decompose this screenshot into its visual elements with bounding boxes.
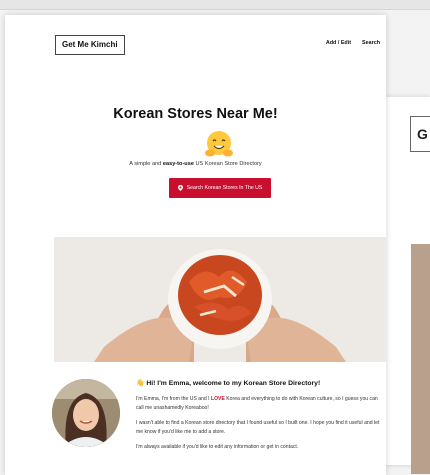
top-nav: Add / Edit Search [326,40,380,46]
background-window[interactable]: G [384,97,430,474]
author-avatar [52,379,120,447]
nav-search[interactable]: Search [362,40,380,46]
tagline-text-1: A simple and [129,161,163,167]
intro-paragraph-1: I'm Emma, I'm from the US and I LOVE Kor… [136,395,382,412]
intro-heading: 👋 Hi! I'm Emma, welcome to my Korean Sto… [136,380,321,387]
nav-add-edit[interactable]: Add / Edit [326,40,351,46]
browser-top-strip [0,0,430,10]
page-title: Korean Stores Near Me! [113,106,278,122]
tagline-bold: easy-to-use [162,161,194,167]
search-stores-button[interactable]: Search Korean Stores In The US [169,178,271,198]
intro-paragraph-2: I wasn't able to find a Korean store dir… [136,420,380,435]
site-logo[interactable]: Get Me Kimchi [55,35,125,55]
map-pin-icon [177,184,183,191]
hugging-face-icon [205,131,233,157]
intro-p1-text: I'm Emma, I'm from the US and I [136,396,211,402]
kimchi-bowl-photo [54,237,386,362]
search-stores-label: Search Korean Stores In The US [186,185,263,191]
tagline-text-2: US Korean Store Directory [193,161,262,167]
main-page-window: Get Me Kimchi Add / Edit Search Korean S… [5,15,386,475]
love-highlight: LOVE [210,396,225,402]
background-window-image [411,244,430,474]
tagline: A simple and easy-to-use US Korean Store… [5,161,386,167]
background-window-logo: G [410,116,430,152]
intro-paragraph-3: I'm always available if you'd like to ed… [136,444,299,450]
